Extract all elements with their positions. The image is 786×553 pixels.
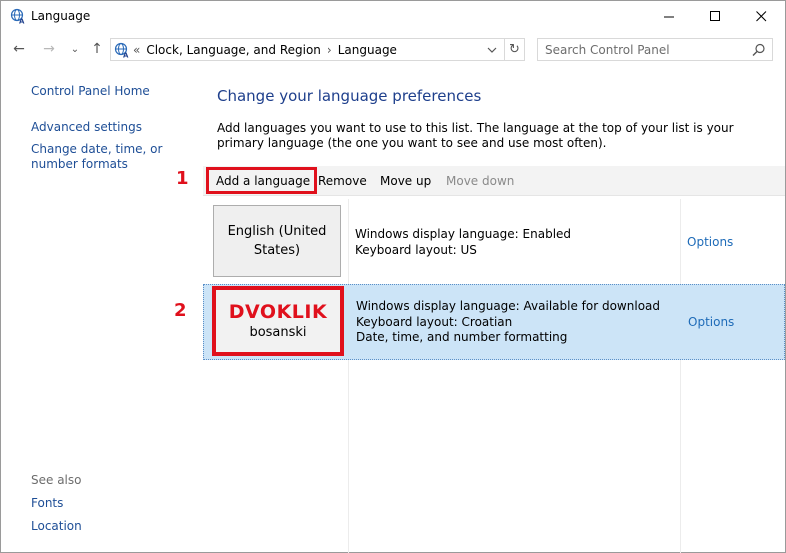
language-tile-english[interactable]: English (United States) (213, 205, 341, 277)
page-title: Change your language preferences (217, 87, 482, 105)
language-row-english[interactable]: English (United States) Windows display … (203, 205, 785, 281)
fonts-link[interactable]: Fonts (31, 496, 63, 511)
svg-text:A: A (123, 52, 129, 59)
up-arrow-icon: ↑ (91, 41, 103, 57)
maximize-icon (709, 10, 720, 21)
options-link-english[interactable]: Options (687, 235, 733, 249)
close-button[interactable] (738, 1, 784, 31)
back-button[interactable]: ← (9, 39, 29, 59)
chevron-down-icon: ⌄ (70, 43, 80, 55)
language-window: A Language ← → ⌄ ↑ A « Clock, Language, … (0, 0, 786, 553)
address-bar[interactable]: A « Clock, Language, and Region › Language (110, 38, 505, 61)
language-details: Windows display language: Available for … (356, 299, 660, 346)
move-down-button[interactable]: Move down (446, 174, 514, 188)
window-title: Language (31, 9, 91, 23)
refresh-icon: ↻ (509, 42, 520, 57)
navigation-bar: ← → ⌄ ↑ A « Clock, Language, and Region › L… (1, 35, 785, 65)
forward-button[interactable]: → (39, 39, 59, 59)
move-up-button[interactable]: Move up (380, 174, 431, 188)
advanced-settings-link[interactable]: Advanced settings (31, 120, 142, 135)
address-dropdown-icon[interactable] (485, 43, 499, 57)
search-placeholder: Search Control Panel (545, 43, 670, 57)
control-panel-home-link[interactable]: Control Panel Home (31, 84, 150, 99)
breadcrumb-item-clock-language-region[interactable]: Clock, Language, and Region (146, 43, 321, 57)
search-icon (752, 43, 766, 57)
left-pane: Control Panel Home Advanced settings Cha… (1, 65, 201, 553)
svg-text:A: A (19, 18, 25, 25)
up-button[interactable]: ↑ (87, 39, 107, 59)
search-input[interactable]: Search Control Panel (537, 38, 773, 61)
language-details: Windows display language: Enabled Keyboa… (355, 227, 571, 258)
forward-arrow-icon: → (43, 41, 55, 57)
breadcrumb-separator-icon[interactable]: › (327, 43, 332, 57)
control-panel-icon: A (114, 42, 130, 60)
annotation-marker-1: 1 (176, 168, 189, 189)
annotation-double-click-label: DVOKLIK (228, 300, 328, 323)
title-bar: A Language (1, 1, 785, 31)
minimize-button[interactable] (646, 1, 692, 31)
breadcrumb-item-language[interactable]: Language (338, 43, 397, 57)
breadcrumb-overflow[interactable]: « (133, 43, 140, 57)
close-icon (755, 10, 766, 21)
language-globe-icon: A (10, 8, 26, 26)
keyboard-layout: Keyboard layout: Croatian (356, 314, 513, 329)
language-name: bosanski (249, 324, 307, 340)
location-link[interactable]: Location (31, 519, 82, 534)
formatting-info: Date, time, and number formatting (356, 330, 568, 344)
change-date-time-formats-link[interactable]: Change date, time, or number formats (31, 142, 196, 172)
see-also-heading: See also (31, 473, 82, 487)
page-description: Add languages you want to use to this li… (217, 121, 734, 150)
refresh-button[interactable]: ↻ (504, 38, 525, 61)
remove-button[interactable]: Remove (318, 174, 367, 188)
back-arrow-icon: ← (13, 41, 25, 57)
display-language-status: Windows display language: Enabled (355, 227, 572, 241)
maximize-button[interactable] (692, 1, 738, 31)
recent-locations-button[interactable]: ⌄ (65, 39, 85, 59)
language-tile-bosanski[interactable]: DVOKLIK bosanski (212, 286, 344, 356)
annotation-marker-2: 2 (174, 300, 187, 321)
minimize-icon (663, 16, 674, 17)
language-row-bosanski[interactable]: DVOKLIK bosanski Windows display languag… (203, 284, 785, 360)
breadcrumb: « Clock, Language, and Region › Language (133, 43, 397, 57)
language-name: English (United States) (227, 224, 327, 258)
options-link-bosanski[interactable]: Options (688, 315, 734, 329)
keyboard-layout: Keyboard layout: US (355, 242, 477, 257)
annotation-highlight-add-language (206, 167, 317, 194)
display-language-status: Windows display language: Available for … (356, 299, 661, 313)
